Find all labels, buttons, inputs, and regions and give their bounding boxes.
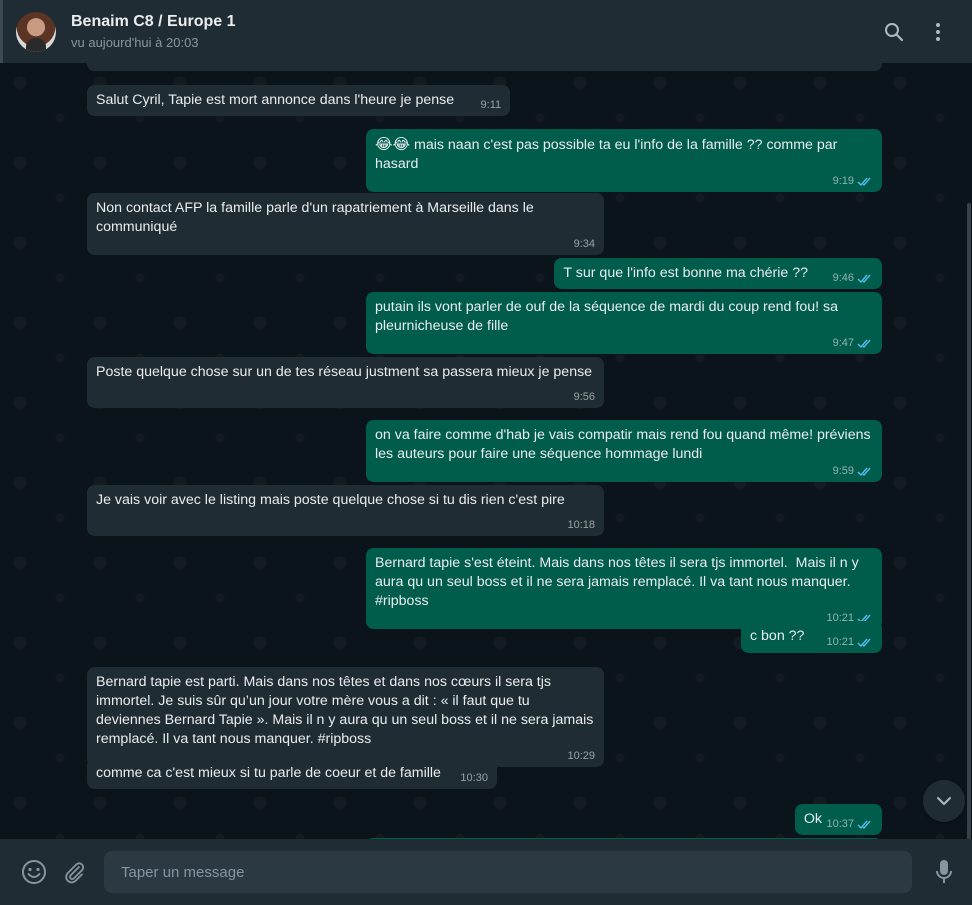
message-incoming[interactable]: comme ca c'est mieux si tu parle de coeu… (87, 758, 497, 789)
message-outgoing[interactable]: T sur que l'info est bonne ma chérie ?? … (554, 258, 882, 289)
message-time: 10:30 (460, 772, 488, 784)
double-check-icon (857, 177, 871, 186)
contact-name: Benaim C8 / Europe 1 (71, 12, 236, 30)
message-body: mais naan c'est pas possible ta eu l'inf… (375, 137, 842, 172)
scroll-to-bottom-button[interactable] (923, 780, 965, 822)
message-time: 10:29 (567, 750, 595, 762)
double-check-icon (857, 820, 871, 829)
message-text: putain ils vont parler de ouf de la séqu… (375, 299, 842, 334)
search-icon[interactable] (882, 20, 906, 44)
message-outgoing[interactable]: 😂😂 mais naan c'est pas possible ta eu l'… (366, 129, 882, 192)
message-meta: 9:59 (833, 464, 873, 478)
scrollbar-thumb[interactable] (967, 203, 971, 903)
message-incoming[interactable]: Je vais voir avec le listing mais poste … (87, 485, 604, 536)
double-check-icon (857, 467, 871, 476)
voice-message-button[interactable] (929, 857, 959, 887)
double-check-icon (857, 274, 871, 283)
message-time: 10:21 (826, 636, 854, 648)
message-text: comme ca c'est mieux si tu parle de coeu… (96, 765, 441, 781)
scrollbar-track[interactable] (966, 63, 972, 903)
message-time: 9:46 (832, 272, 854, 284)
message-input[interactable] (104, 851, 912, 893)
message-text: T sur que l'info est bonne ma chérie ?? (563, 265, 808, 281)
message-meta: 10:29 (567, 749, 595, 763)
message-incoming[interactable]: Salut Cyril, Tapie est mort annonce dans… (87, 85, 511, 116)
message-outgoing[interactable]: Bernard tapie s'est éteint. Mais dans no… (366, 548, 882, 629)
double-check-icon (857, 638, 871, 647)
message-text: on va faire comme d'hab je vais compatir… (375, 427, 875, 462)
message-time: 9:47 (832, 337, 854, 349)
message-incoming[interactable]: Bernard tapie est parti. Mais dans nos t… (87, 667, 604, 767)
message-meta: 9:11 (481, 98, 502, 112)
double-check-icon (857, 339, 871, 348)
message-text: Bernard tapie s'est éteint. Mais dans no… (375, 555, 863, 609)
message-outgoing[interactable]: putain ils vont parler de ouf de la séqu… (366, 292, 882, 354)
message-outgoing[interactable]: Ok 10:37 (794, 804, 882, 835)
message-outgoing[interactable]: on va faire comme d'hab je vais compatir… (366, 420, 882, 482)
message-time: 9:34 (573, 238, 595, 250)
message-time: 9:59 (832, 465, 854, 477)
message-incoming[interactable]: Non contact AFP la famille parle d'un ra… (87, 193, 604, 255)
contact-last-seen: vu aujourd'hui à 20:03 (71, 34, 199, 50)
message-text: 😂😂 mais naan c'est pas possible ta eu l'… (375, 135, 873, 174)
emoji-icon (22, 860, 46, 884)
emoji-button[interactable] (19, 857, 49, 887)
message-text: Ok (803, 811, 822, 827)
message-time: 10:37 (826, 818, 854, 830)
chevron-down-icon (937, 797, 951, 805)
message-text: Bernard tapie est parti. Mais dans nos t… (96, 674, 598, 747)
message-time: 10:18 (567, 519, 595, 531)
chat-header: Benaim C8 / Europe 1 vu aujourd'hui à 20… (0, 0, 972, 63)
message-meta: 9:34 (574, 237, 595, 251)
header-actions (882, 20, 950, 44)
message-meta: 10:37 (826, 817, 873, 831)
message-incoming[interactable]: Poste quelque chose sur un de tes réseau… (87, 357, 604, 408)
message-meta: 9:47 (833, 336, 873, 350)
message-outgoing[interactable]: c bon ?? 10:21 (741, 621, 882, 653)
message-time: 9:56 (573, 391, 595, 403)
message-time: 9:11 (480, 99, 502, 111)
paperclip-icon (65, 862, 85, 884)
message-meta: 10:21 (826, 635, 873, 649)
message-text: Poste quelque chose sur un de tes réseau… (96, 364, 593, 380)
microphone-icon (936, 860, 952, 883)
message-meta: 9:56 (574, 390, 595, 404)
message-text: Salut Cyril, Tapie est mort annonce dans… (96, 92, 455, 108)
message-list[interactable]: Salut Cyril, Tapie est mort annonce dans… (0, 63, 972, 839)
message-meta: 10:30 (460, 771, 488, 785)
attach-button[interactable] (59, 857, 89, 887)
message-composer (0, 839, 972, 905)
more-vertical-icon[interactable] (926, 20, 950, 44)
message-time: 9:19 (832, 175, 854, 187)
emoji: 😂😂 (375, 135, 411, 153)
partial-message-top (87, 63, 882, 71)
message-meta: 10:18 (567, 518, 595, 532)
message-text: Non contact AFP la famille parle d'un ra… (96, 200, 538, 235)
message-meta: 9:19 (833, 174, 873, 188)
message-meta: 9:46 (833, 271, 873, 285)
contact-info[interactable]: Benaim C8 / Europe 1 vu aujourd'hui à 20… (71, 12, 236, 52)
contact-avatar[interactable] (16, 11, 56, 52)
message-text: Je vais voir avec le listing mais poste … (96, 492, 565, 508)
